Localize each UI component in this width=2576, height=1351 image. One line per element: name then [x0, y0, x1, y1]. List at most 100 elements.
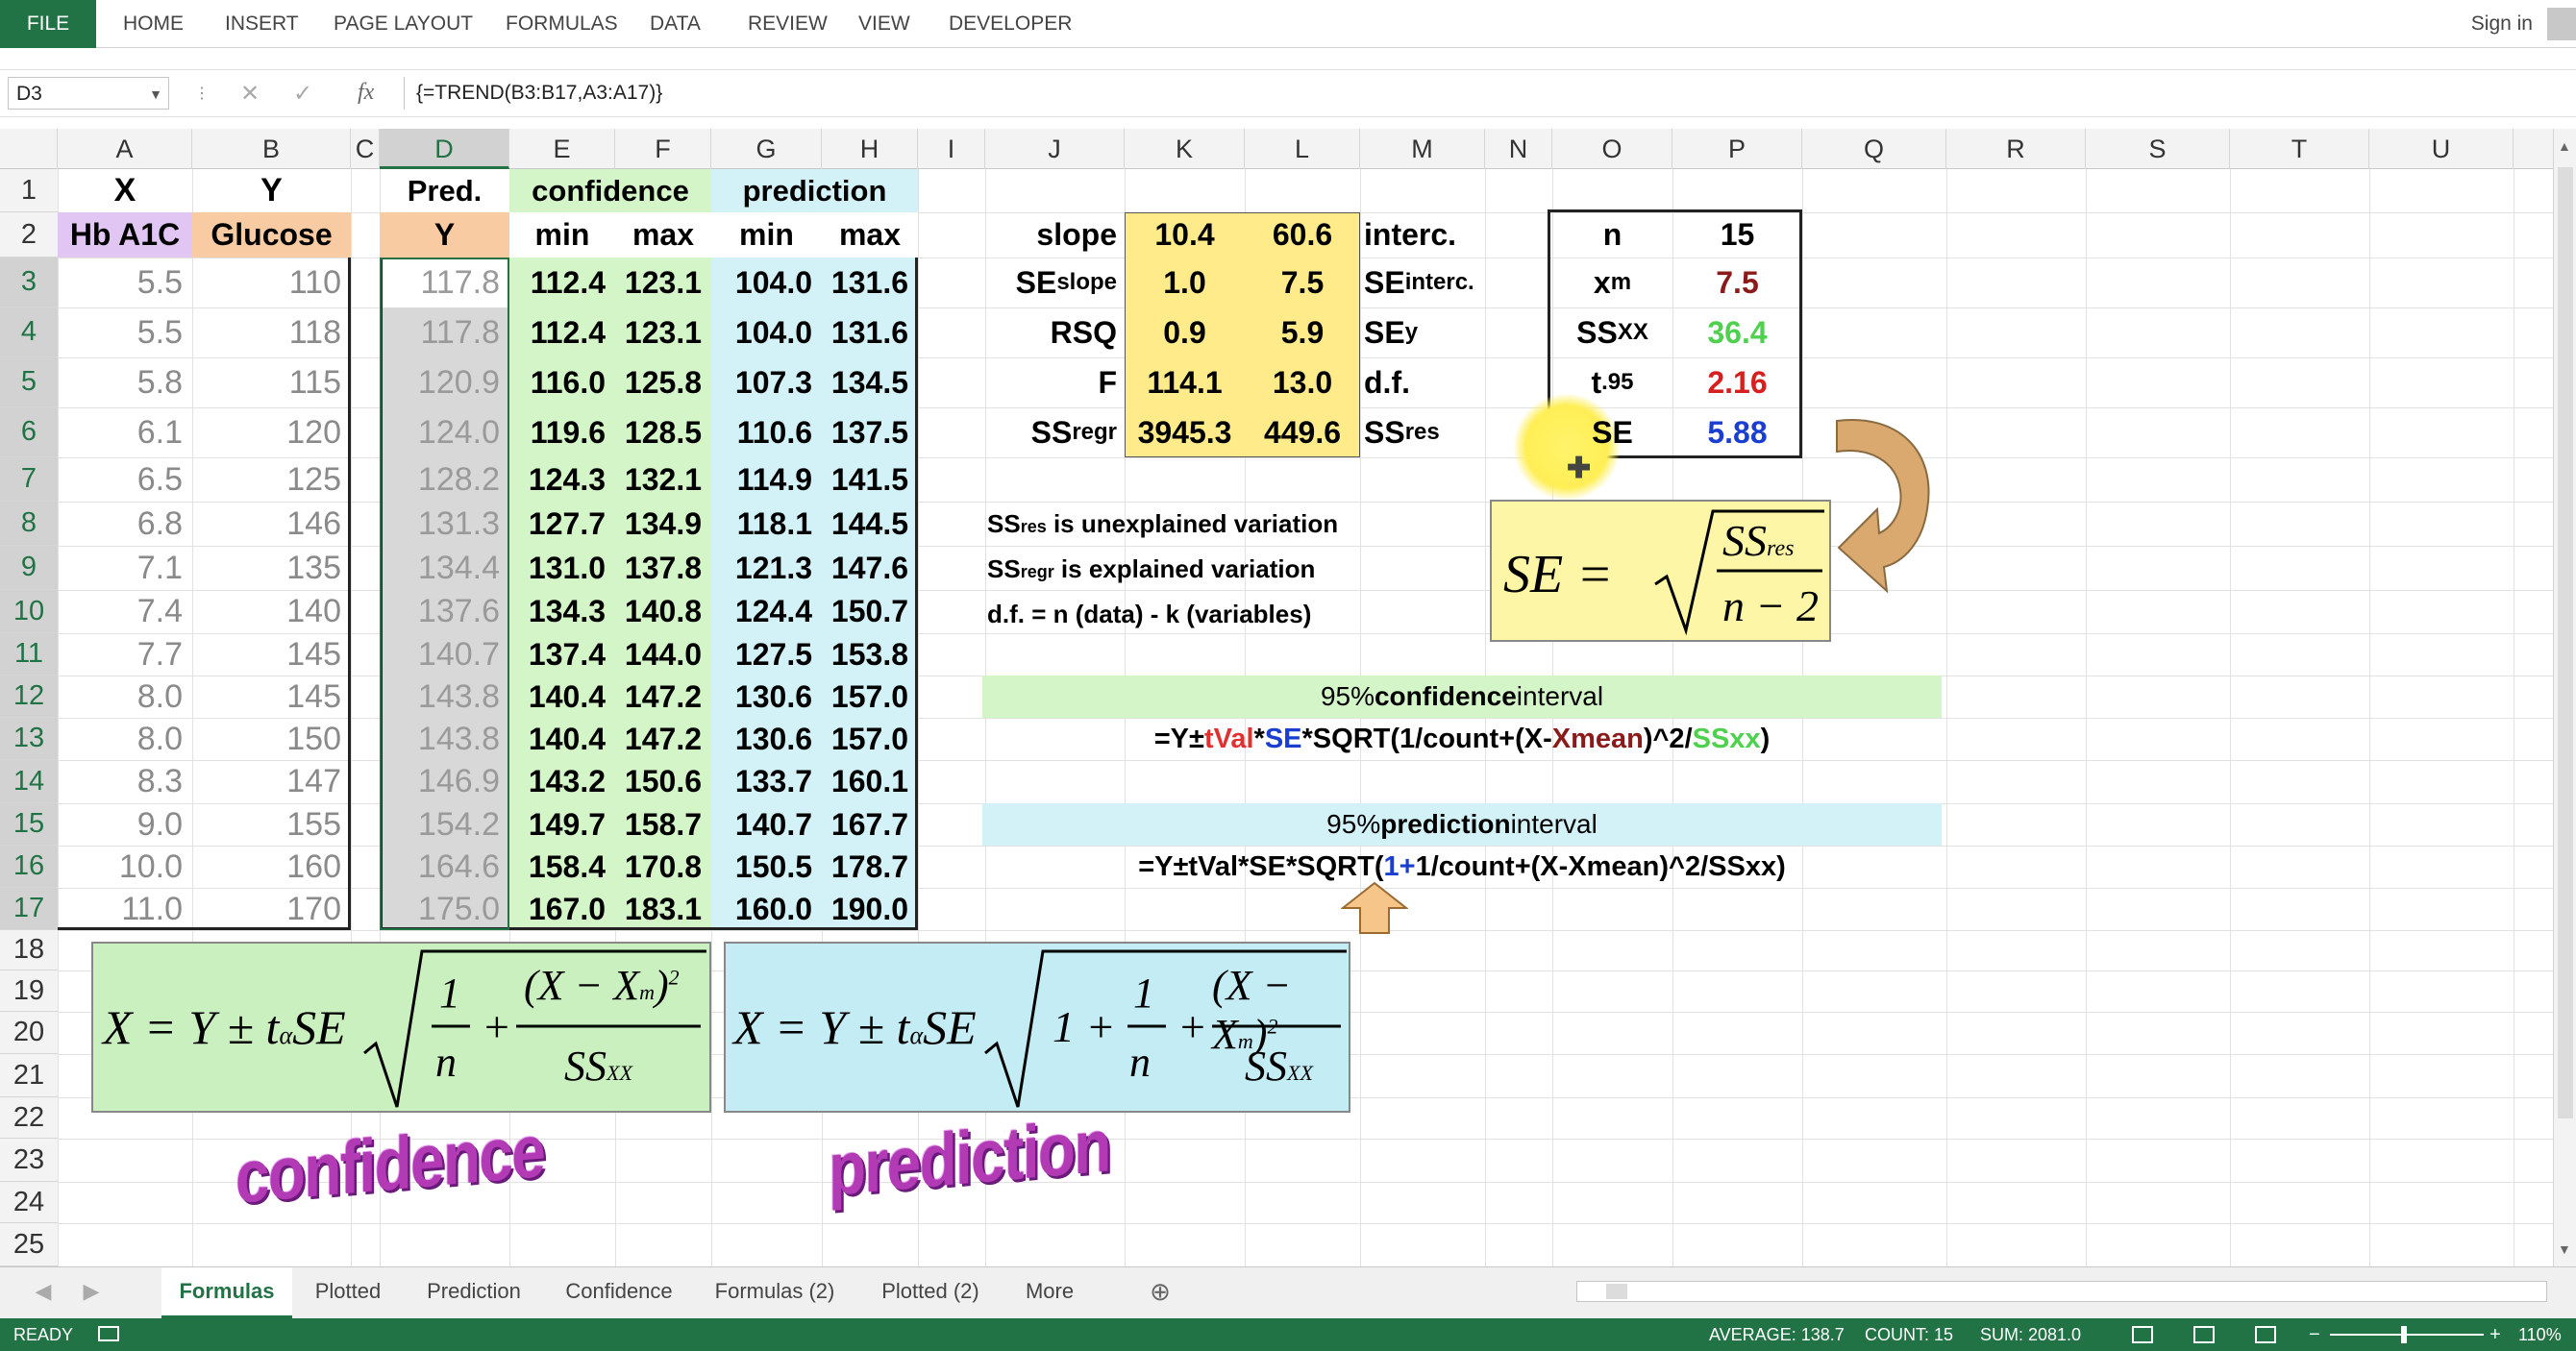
horizontal-scrollbar[interactable]	[1576, 1281, 2547, 1302]
zoom-slider[interactable]	[2330, 1334, 2484, 1336]
page-layout-view-icon[interactable]	[2193, 1326, 2215, 1343]
column-header-f[interactable]: F	[615, 129, 711, 169]
sheet-tab-formulas-2[interactable]: Formulas (2)	[702, 1267, 848, 1315]
row-header-20[interactable]: 20	[0, 1012, 58, 1054]
column-header-d[interactable]: D	[380, 129, 509, 169]
column-header-i[interactable]: I	[918, 129, 985, 169]
row-header-3[interactable]: 3	[0, 258, 58, 307]
value-xm[interactable]: 7.5	[1672, 258, 1802, 307]
column-header-s[interactable]: S	[2086, 129, 2230, 169]
column-header-t[interactable]: T	[2230, 129, 2369, 169]
prediction-interval-formula: =Y±tVal*SE*SQRT(1+ 1/count+(X-Xmean)^2/SS…	[1138, 850, 1786, 882]
row-header-1[interactable]: 1	[0, 169, 58, 212]
row-header-21[interactable]: 21	[0, 1054, 58, 1097]
sheet-tab-more[interactable]: More	[1011, 1267, 1088, 1315]
name-box[interactable]: D3 ▼	[8, 77, 169, 110]
column-header-e[interactable]: E	[509, 129, 615, 169]
value-se-box[interactable]: 5.88	[1672, 407, 1802, 457]
row-header-14[interactable]: 14	[0, 760, 58, 803]
tab-home[interactable]: HOME	[123, 0, 184, 48]
row-header-15[interactable]: 15	[0, 803, 58, 846]
column-header-o[interactable]: O	[1552, 129, 1672, 169]
column-header-c[interactable]: C	[351, 129, 380, 169]
tab-review[interactable]: REVIEW	[748, 0, 828, 48]
next-sheet-icon[interactable]: ▶	[77, 1267, 106, 1315]
row-header-5[interactable]: 5	[0, 357, 58, 407]
column-header-p[interactable]: P	[1672, 129, 1802, 169]
se-den: n − 2	[1722, 581, 1820, 630]
sheet-tab-plotted-2[interactable]: Plotted (2)	[865, 1267, 996, 1315]
column-header-q[interactable]: Q	[1802, 129, 1946, 169]
sheet-tab-formulas[interactable]: Formulas	[161, 1267, 292, 1318]
sign-in-link[interactable]: Sign in	[2471, 0, 2533, 48]
prev-sheet-icon[interactable]: ◀	[29, 1267, 58, 1315]
column-header-r[interactable]: R	[1946, 129, 2086, 169]
scrollbar-thumb[interactable]	[2558, 167, 2573, 1118]
row-header-9[interactable]: 9	[0, 546, 58, 590]
column-header-u[interactable]: U	[2369, 129, 2514, 169]
vertical-scrollbar[interactable]: ▲ ▼	[2553, 129, 2576, 1266]
enter-icon[interactable]: ✓	[293, 80, 312, 108]
page-break-view-icon[interactable]	[2255, 1326, 2276, 1343]
scroll-down-icon[interactable]: ▼	[2558, 1241, 2571, 1257]
row-header-2[interactable]: 2	[0, 212, 58, 258]
row-header-19[interactable]: 19	[0, 970, 58, 1012]
column-header-k[interactable]: K	[1125, 129, 1245, 169]
tab-view[interactable]: VIEW	[858, 0, 910, 48]
row-header-18[interactable]: 18	[0, 930, 58, 970]
row-header-6[interactable]: 6	[0, 407, 58, 457]
zoom-in-icon[interactable]: +	[2489, 1318, 2501, 1351]
user-avatar-icon[interactable]	[2547, 8, 2576, 40]
zoom-out-icon[interactable]: −	[2309, 1318, 2320, 1351]
column-header-a[interactable]: A	[58, 129, 192, 169]
column-header-m[interactable]: M	[1360, 129, 1485, 169]
zoom-slider-thumb[interactable]	[2401, 1326, 2407, 1343]
scroll-up-icon[interactable]: ▲	[2558, 138, 2571, 154]
tab-formulas[interactable]: FORMULAS	[506, 0, 618, 48]
select-all-corner[interactable]	[0, 129, 58, 169]
zoom-level[interactable]: 110%	[2518, 1318, 2562, 1351]
file-tab[interactable]: FILE	[0, 0, 96, 48]
tab-developer[interactable]: DEVELOPER	[949, 0, 1072, 48]
row-header-11[interactable]: 11	[0, 633, 58, 676]
tab-insert[interactable]: INSERT	[225, 0, 299, 48]
column-header-h[interactable]: H	[822, 129, 918, 169]
row-header-8[interactable]: 8	[0, 502, 58, 546]
sheet-tab-confidence[interactable]: Confidence	[554, 1267, 684, 1315]
chevron-down-icon[interactable]: ▼	[149, 78, 162, 111]
tab-page-layout[interactable]: PAGE LAYOUT	[334, 0, 473, 48]
sheet-tab-prediction[interactable]: Prediction	[411, 1267, 536, 1315]
column-header-g[interactable]: G	[711, 129, 822, 169]
row-header-16[interactable]: 16	[0, 846, 58, 888]
row-header-13[interactable]: 13	[0, 718, 58, 760]
row-header-25[interactable]: 25	[0, 1223, 58, 1266]
macro-record-icon[interactable]	[98, 1326, 119, 1341]
row-header-23[interactable]: 23	[0, 1139, 58, 1182]
tab-data[interactable]: DATA	[650, 0, 701, 48]
formula-input[interactable]: {=TREND(B3:B17,A3:A17)}	[404, 77, 2566, 110]
value-n[interactable]: 15	[1672, 212, 1802, 258]
column-header-n[interactable]: N	[1485, 129, 1552, 169]
normal-view-icon[interactable]	[2132, 1326, 2153, 1343]
row-header-24[interactable]: 24	[0, 1182, 58, 1223]
column-header-b[interactable]: B	[192, 129, 351, 169]
xy-table-border	[58, 258, 351, 930]
column-header-l[interactable]: L	[1245, 129, 1360, 169]
row-header-12[interactable]: 12	[0, 676, 58, 718]
header-conf-max: max	[615, 212, 711, 258]
row-header-7[interactable]: 7	[0, 457, 58, 502]
insert-function-icon[interactable]: fx	[358, 80, 374, 106]
value-ssxx[interactable]: 36.4	[1672, 307, 1802, 357]
row-header-22[interactable]: 22	[0, 1097, 58, 1139]
value-t95[interactable]: 2.16	[1672, 357, 1802, 407]
row-header-10[interactable]: 10	[0, 590, 58, 633]
horizontal-scrollbar-thumb[interactable]	[1606, 1284, 1627, 1299]
column-header-j[interactable]: J	[985, 129, 1125, 169]
add-sheet-icon[interactable]: ⊕	[1146, 1267, 1175, 1315]
row-header-4[interactable]: 4	[0, 307, 58, 357]
row-header-17[interactable]: 17	[0, 888, 58, 930]
cancel-icon[interactable]: ✕	[240, 80, 260, 108]
sheet-tab-plotted[interactable]: Plotted	[300, 1267, 396, 1315]
selection-range[interactable]	[380, 258, 509, 930]
column-gridline	[1946, 169, 1947, 1266]
